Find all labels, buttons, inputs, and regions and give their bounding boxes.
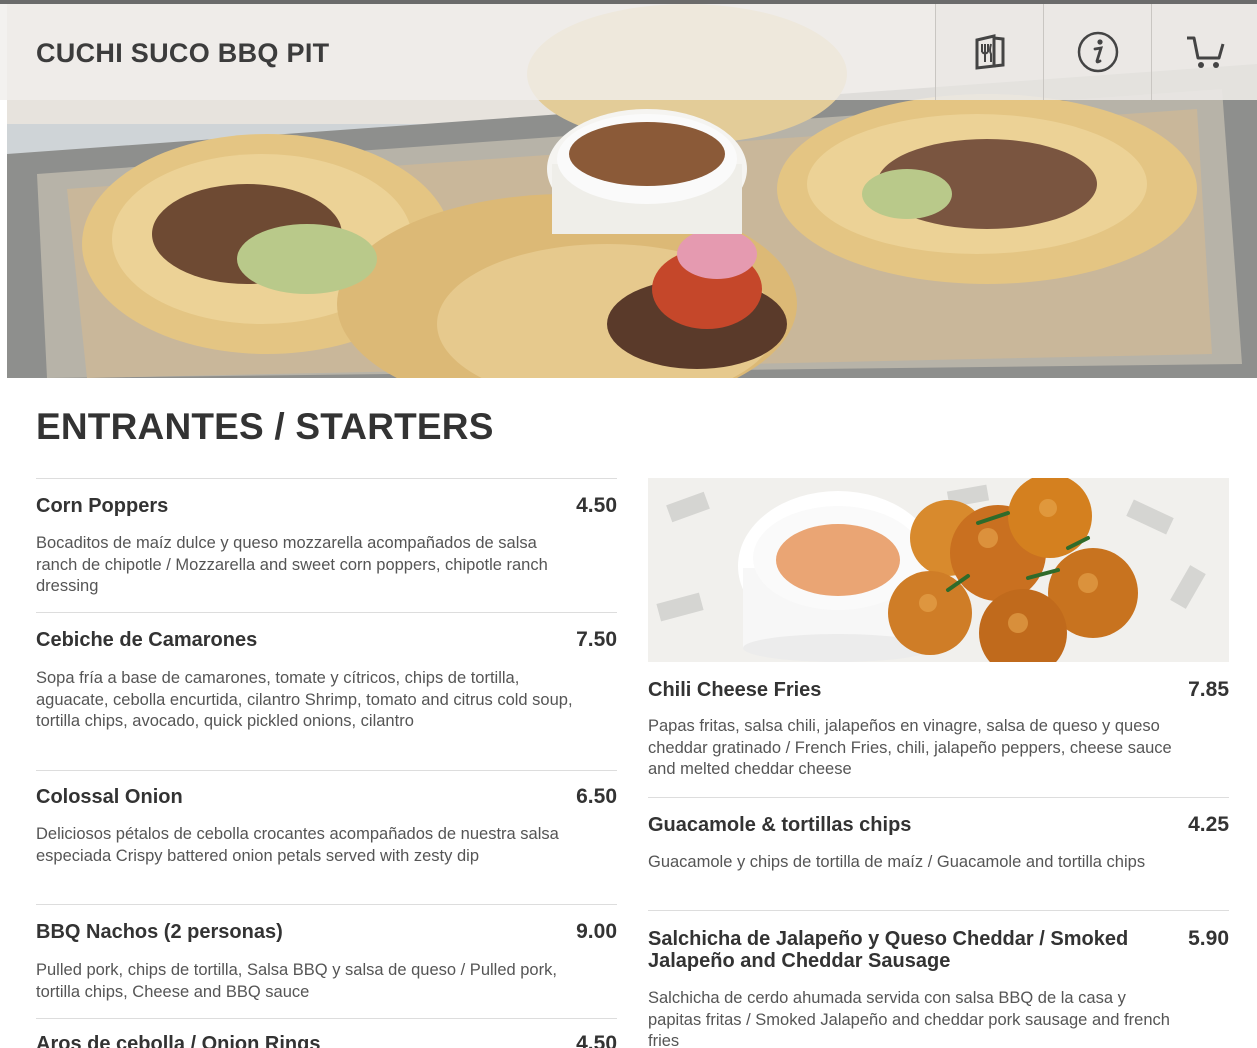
corn-poppers-photo [648,478,1229,662]
corn-poppers-illustration [648,478,1229,662]
info-icon [1077,31,1118,73]
menu-item[interactable]: Guacamole & tortillas chips 4.25 Guacamo… [648,797,1229,910]
item-name: Chili Cheese Fries [648,679,822,701]
item-price: 7.50 [576,628,617,651]
item-price: 4.25 [1188,813,1229,836]
brand-title[interactable]: CUCHI SUCO BBQ PIT [36,38,329,69]
menu-item[interactable]: Chili Cheese Fries 7.85 Papas fritas, sa… [648,662,1229,797]
menu-item[interactable]: Cebiche de Camarones 7.50 Sopa fría a ba… [36,612,617,770]
cart-button[interactable] [1151,4,1257,100]
menu-item[interactable]: Colossal Onion 6.50 Deliciosos pétalos d… [36,770,617,904]
menu-button[interactable] [935,4,1043,100]
item-name: Aros de cebolla / Onion Rings [36,1033,321,1048]
item-description: Salchicha de cerdo ahumada servida con s… [648,989,1170,1048]
item-name: Corn Poppers [36,495,169,517]
item-price: 9.00 [576,920,617,943]
item-description: Bocaditos de maíz dulce y queso mozzarel… [36,534,548,596]
item-description: Sopa fría a base de camarones, tomate y … [36,669,573,731]
item-name: Guacamole & tortillas chips [648,814,912,836]
item-description: Deliciosos pétalos de cebolla crocantes … [36,825,559,865]
item-price: 7.85 [1188,678,1229,701]
item-name: Salchicha de Jalapeño y Queso Cheddar / … [648,928,1129,972]
item-description: Guacamole y chips de tortilla de maíz / … [648,853,1146,871]
item-price: 5.90 [1188,927,1229,950]
cart-icon [1186,36,1224,68]
menu-item[interactable]: Salchicha de Jalapeño y Queso Cheddar / … [648,910,1229,1048]
info-button[interactable] [1043,4,1151,100]
item-price: 4.50 [576,1032,617,1048]
menu-item[interactable]: BBQ Nachos (2 personas) 9.00 Pulled pork… [36,904,617,1018]
menu-item[interactable]: Corn Poppers 4.50 Bocaditos de maíz dulc… [36,478,617,612]
item-description: Pulled pork, chips de tortilla, Salsa BB… [36,961,557,1001]
item-price: 6.50 [576,785,617,808]
menu-item[interactable]: Aros de cebolla / Onion Rings 4.50 [36,1018,617,1048]
item-name: Colossal Onion [36,786,183,808]
item-name: Cebiche de Camarones [36,629,258,651]
menu-book-icon [975,34,1004,70]
item-description: Papas fritas, salsa chili, jalapeños en … [648,717,1172,779]
item-name: BBQ Nachos (2 personas) [36,921,283,943]
item-price: 4.50 [576,494,617,517]
section-title: ENTRANTES / STARTERS [36,406,494,447]
